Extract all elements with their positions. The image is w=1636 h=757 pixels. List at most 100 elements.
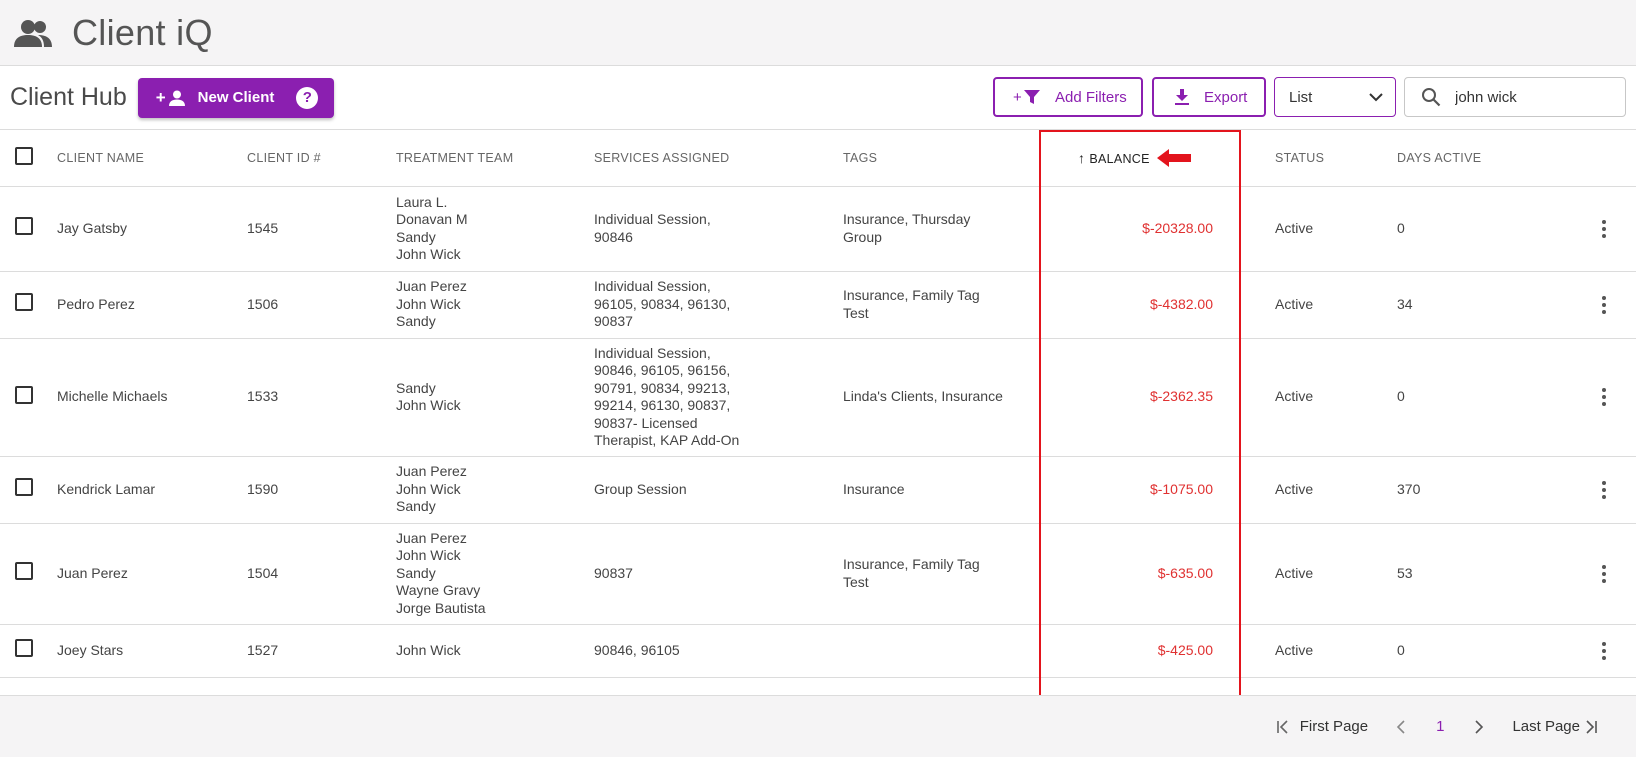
header-client-id[interactable]: CLIENT ID # <box>247 130 396 186</box>
service-line: Individual Session, <box>594 211 711 227</box>
team-member: Sandy <box>396 379 436 396</box>
days-active-value: 0 <box>1397 641 1405 658</box>
table-row[interactable]: Michelle Michaels 1533 Sandy John Wick Indiv… <box>0 338 1636 456</box>
new-client-label: New Client <box>197 89 275 106</box>
client-name[interactable]: Juan Perez <box>57 523 247 624</box>
service-line: 90846, 96105 <box>594 641 680 658</box>
balance-value: $-635.00 <box>1157 564 1213 581</box>
view-select[interactable]: List <box>1274 77 1396 117</box>
service-line: Individual Session, <box>594 278 711 295</box>
header-treatment-team[interactable]: TREATMENT TEAM <box>396 130 594 186</box>
client-name[interactable]: Jay Gatsby <box>57 186 247 271</box>
app-header: Client iQ <box>0 0 1636 66</box>
people-icon <box>14 19 52 47</box>
header-tags[interactable]: TAGS <box>843 130 1038 186</box>
service-line: Therapist, KAP Add-On <box>594 432 740 448</box>
days-active-value: 0 <box>1397 219 1405 236</box>
services-cell: Group Session <box>594 456 843 523</box>
current-page[interactable]: 1 <box>1436 718 1444 735</box>
tag-line: Insurance, Thursday <box>843 211 971 227</box>
plus-icon: + <box>155 87 166 107</box>
sort-ascending-icon: ↑ <box>1078 149 1086 166</box>
client-name[interactable]: Joey Stars <box>57 624 247 677</box>
table-row[interactable]: Juan Perez 1504 Juan Perez John Wick Sandy Wa… <box>0 523 1636 624</box>
days-active-value: 53 <box>1397 564 1413 581</box>
client-id: 1506 <box>247 295 279 312</box>
download-icon <box>1174 88 1190 106</box>
filter-plus-icon: + <box>1013 88 1041 106</box>
search-input[interactable] <box>1455 88 1605 106</box>
header-days-active[interactable]: DAYS ACTIVE <box>1397 130 1556 186</box>
row-checkbox[interactable] <box>15 217 33 236</box>
table-row[interactable]: Kendrick Lamar 1590 Juan Perez John Wick San… <box>0 456 1636 523</box>
export-label: Export <box>1204 88 1248 106</box>
services-cell: Individual Session, 90846 <box>594 186 843 271</box>
services-cell: 90846, 96105 <box>594 624 843 677</box>
add-filters-button[interactable]: + Add Filters <box>993 77 1143 117</box>
tag-line: Test <box>843 304 869 321</box>
last-page-icon[interactable] <box>1584 719 1598 734</box>
view-select-value: List <box>1289 88 1313 106</box>
balance-value: $-2362.35 <box>1149 388 1213 405</box>
client-name[interactable]: Kendrick Lamar <box>57 456 247 523</box>
row-checkbox[interactable] <box>15 562 33 581</box>
more-options-icon[interactable] <box>1594 564 1614 583</box>
balance-value: $-20328.00 <box>1142 219 1213 236</box>
arrow-left-icon <box>1157 149 1191 167</box>
tag-line: Insurance, Family Tag <box>843 287 980 303</box>
more-options-icon[interactable] <box>1594 219 1614 238</box>
help-icon[interactable]: ? <box>296 86 319 109</box>
table-row[interactable]: Joey Stars 1527 John Wick 90846, 96105 $-425… <box>0 624 1636 677</box>
row-checkbox[interactable] <box>15 639 33 658</box>
treatment-team-cell: Juan Perez John Wick Sandy <box>396 456 594 523</box>
more-options-icon[interactable] <box>1594 480 1614 499</box>
header-status[interactable]: STATUS <box>1275 130 1397 186</box>
client-name[interactable]: Pedro Perez <box>57 271 247 338</box>
team-member: Juan Perez <box>396 529 467 546</box>
treatment-team-cell: Juan Perez John Wick Sandy <box>396 271 594 338</box>
treatment-team-cell: Laura L. Donavan M Sandy John Wick <box>396 186 594 271</box>
team-member: John Wick <box>396 547 461 564</box>
more-options-icon[interactable] <box>1594 295 1614 314</box>
client-name[interactable]: Michelle Michaels <box>57 338 247 456</box>
table-row[interactable]: Pedro Perez 1506 Juan Perez John Wick Sandy I… <box>0 271 1636 338</box>
first-page-icon[interactable] <box>1276 719 1290 734</box>
team-member: Wayne Gravy <box>396 582 481 599</box>
team-member: Jorge Bautista <box>396 599 486 616</box>
table-row[interactable]: Jay Gatsby 1545 Laura L. Donavan M Sandy John… <box>0 186 1636 271</box>
status-value: Active <box>1275 295 1314 312</box>
service-line: 90837- Licensed <box>594 414 698 431</box>
export-button[interactable]: Export <box>1152 77 1266 117</box>
tags-cell <box>843 624 1038 677</box>
service-line: Group Session <box>594 480 687 497</box>
more-options-icon[interactable] <box>1594 388 1614 406</box>
new-client-button[interactable]: + New Client ? <box>137 77 335 118</box>
more-options-icon[interactable] <box>1594 641 1614 660</box>
header-services[interactable]: SERVICES ASSIGNED <box>594 130 843 186</box>
balance-value: $-425.00 <box>1157 641 1213 658</box>
status-value: Active <box>1275 219 1314 236</box>
svg-text:+: + <box>1013 89 1022 106</box>
header-balance-label: BALANCE <box>1089 151 1150 166</box>
client-id: 1590 <box>247 480 279 497</box>
services-cell: 90837 <box>594 523 843 624</box>
person-icon <box>168 90 185 106</box>
team-member: John Wick <box>396 480 461 497</box>
first-page-link[interactable]: First Page <box>1300 718 1368 735</box>
status-value: Active <box>1275 564 1314 581</box>
chevron-right-icon[interactable] <box>1474 719 1484 734</box>
search-field[interactable] <box>1404 77 1626 117</box>
last-page-link[interactable]: Last Page <box>1512 718 1580 735</box>
team-member: Sandy <box>396 498 436 515</box>
status-value: Active <box>1275 388 1314 405</box>
chevron-left-icon[interactable] <box>1396 719 1406 734</box>
tag-line: Test <box>843 573 869 590</box>
team-member: Laura L. <box>396 193 448 210</box>
row-checkbox[interactable] <box>15 478 33 497</box>
row-checkbox[interactable] <box>15 293 33 312</box>
select-all-checkbox[interactable] <box>15 147 33 166</box>
row-checkbox[interactable] <box>15 385 33 404</box>
client-table: CLIENT NAME CLIENT ID # TREATMENT TEAM S… <box>0 130 1636 678</box>
header-client-name[interactable]: CLIENT NAME <box>57 130 247 186</box>
tags-cell: Insurance, Family Tag Test <box>843 523 1038 624</box>
